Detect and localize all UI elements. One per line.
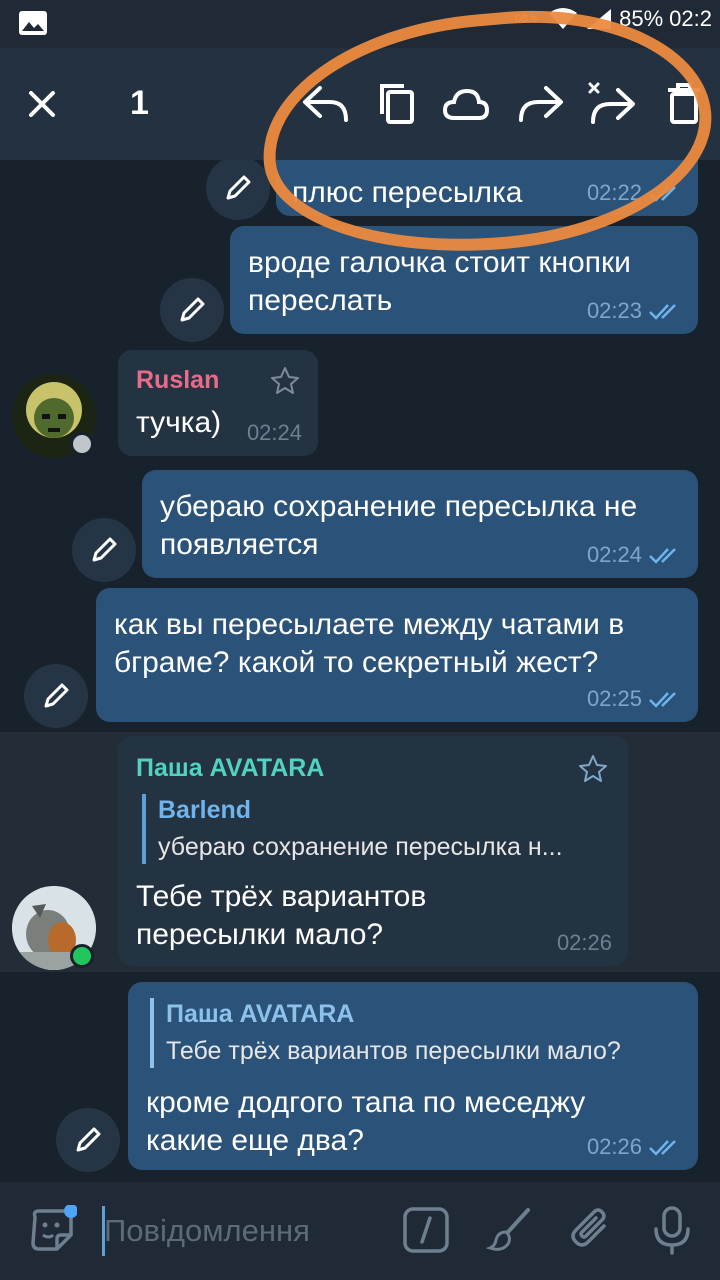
time-label: 02:24: [586, 542, 642, 567]
clock: 02:2: [669, 6, 712, 31]
cloud-icon: [442, 88, 490, 120]
paperclip-icon: [571, 1208, 606, 1247]
time-label: 02:25: [586, 686, 642, 711]
message-time: 02:25: [587, 686, 682, 712]
pencil-icon: [92, 537, 117, 562]
reply-text: Тебе трёх вариантов пересылки мало?: [166, 1037, 621, 1065]
message-time: 02:24: [247, 420, 302, 446]
signal-icon: [587, 9, 612, 29]
voice-message-button[interactable]: [644, 1202, 700, 1258]
time-label: 02:26: [586, 1134, 642, 1159]
sender-name: Паша AVATARA: [136, 754, 325, 782]
double-check-icon: [649, 186, 676, 202]
reply-quote[interactable]: Паша AVATARA Тебе трёх вариантов пересыл…: [150, 998, 680, 1068]
copy-button[interactable]: [368, 76, 424, 132]
message-time: 02:23: [587, 298, 682, 324]
offline-status-dot: [70, 432, 94, 456]
edit-message-button[interactable]: [160, 278, 224, 342]
paint-button[interactable]: [482, 1202, 538, 1258]
image-notification-icon: [19, 11, 47, 35]
pencil-icon: [76, 1127, 101, 1152]
status-bar: 0B/s 85% 02:2: [0, 0, 720, 48]
delete-button[interactable]: [656, 76, 712, 132]
forward-icon: [519, 86, 563, 122]
incoming-message[interactable]: Паша AVATARA Barlend убераю сохранение п…: [118, 736, 628, 966]
incoming-message[interactable]: Ruslan тучка) 02:24: [118, 350, 318, 456]
sender-name: Ruslan: [136, 366, 220, 394]
attach-button[interactable]: [564, 1202, 620, 1258]
selected-count: 1: [130, 84, 149, 122]
delete-icon: [668, 83, 700, 124]
message-text: плюс пересылка: [292, 176, 523, 209]
outgoing-message[interactable]: как вы пересылаете между чатами в бграме…: [96, 588, 698, 722]
reply-button[interactable]: [298, 76, 354, 132]
message-time: 02:26: [587, 1134, 682, 1160]
reply-sender: Barlend: [158, 796, 252, 824]
message-time: 02:24: [587, 542, 682, 568]
message-input-bar: Повідомлення: [0, 1182, 720, 1280]
pencil-icon: [180, 297, 205, 322]
message-input[interactable]: Повідомлення: [104, 1208, 384, 1254]
battery-level: 85%: [619, 6, 664, 31]
chat-history[interactable]: плюс пересылка 02:22 вроде галочка стоит…: [0, 160, 720, 1182]
edit-message-button[interactable]: [72, 518, 136, 582]
pencil-icon: [226, 175, 251, 200]
close-icon: [29, 91, 55, 117]
double-check-icon: [649, 548, 676, 564]
edit-message-button[interactable]: [206, 160, 270, 220]
time-label: 02:23: [586, 298, 642, 323]
reply-sender: Паша AVATARA: [166, 1000, 355, 1028]
star-icon[interactable]: [270, 366, 300, 396]
edit-message-button[interactable]: [56, 1108, 120, 1172]
status-bar-right: 0B/s 85% 02:2: [515, 6, 712, 32]
bot-command-button[interactable]: [398, 1202, 454, 1258]
reply-text: убераю сохранение пересылка н...: [158, 833, 563, 861]
message-text: кроме додгого тапа по меседжу какие еще …: [146, 1086, 586, 1157]
sticker-button[interactable]: [24, 1202, 80, 1258]
forward-no-quote-icon: [588, 82, 635, 124]
online-status-dot: [70, 944, 94, 968]
time-label: 02:24: [246, 420, 302, 445]
outgoing-message[interactable]: убераю сохранение пересылка не появляетс…: [142, 470, 698, 578]
sticker-icon: [31, 1205, 77, 1251]
message-text: тучка): [136, 406, 222, 439]
message-time: 02:22: [587, 180, 682, 206]
close-selection-button[interactable]: [14, 76, 70, 132]
time-label: 02:26: [556, 930, 612, 955]
pencil-icon: [44, 683, 69, 708]
microphone-icon: [654, 1206, 690, 1255]
forward-without-quote-button[interactable]: [584, 76, 640, 132]
copy-icon: [380, 84, 414, 124]
slash-command-icon: [403, 1207, 449, 1253]
double-check-icon: [649, 692, 676, 708]
outgoing-message[interactable]: Паша AVATARA Тебе трёх вариантов пересыл…: [128, 982, 698, 1170]
forward-button[interactable]: [512, 76, 568, 132]
star-icon[interactable]: [578, 754, 608, 784]
double-check-icon: [649, 1140, 676, 1156]
edit-message-button[interactable]: [24, 664, 88, 728]
brush-icon: [486, 1208, 530, 1251]
net-speed: 0B/s: [515, 12, 538, 25]
wifi-icon: [549, 8, 578, 29]
outgoing-message[interactable]: вроде галочка стоит кнопки переслать 02:…: [230, 226, 698, 334]
selection-action-bar: 1: [0, 48, 720, 160]
message-text: как вы пересылаете между чатами в бграме…: [114, 608, 625, 679]
message-time: 02:26: [557, 930, 612, 956]
time-label: 02:22: [586, 180, 642, 205]
save-to-cloud-button[interactable]: [438, 76, 494, 132]
reply-icon: [303, 86, 348, 122]
reply-quote[interactable]: Barlend убераю сохранение пересылка н...: [142, 794, 608, 864]
message-text: Тебе трёх вариантов пересылки мало?: [136, 880, 427, 951]
double-check-icon: [649, 304, 676, 320]
outgoing-message[interactable]: плюс пересылка 02:22: [276, 160, 698, 216]
